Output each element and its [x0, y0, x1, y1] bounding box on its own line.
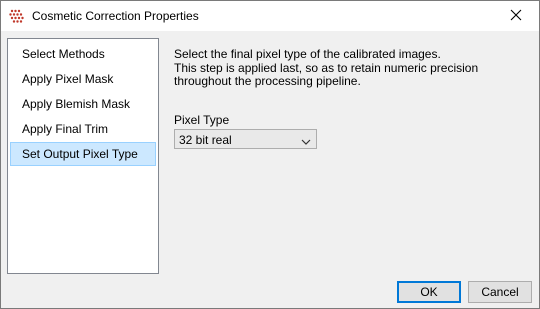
step-label: Set Output Pixel Type — [22, 147, 138, 161]
description-line: This step is applied last, so as to reta… — [174, 60, 479, 88]
step-apply-pixel-mask[interactable]: Apply Pixel Mask — [10, 67, 156, 91]
step-description: Select the final pixel type of the calib… — [174, 47, 534, 89]
cluster-grid-icon — [9, 8, 25, 24]
window-title: Cosmetic Correction Properties — [32, 9, 199, 23]
chevron-down-icon — [301, 135, 311, 145]
dialog-window: Cosmetic Correction Properties Select Me… — [0, 0, 540, 309]
step-set-output-pixel-type[interactable]: Set Output Pixel Type — [10, 142, 156, 166]
step-label: Select Methods — [22, 47, 105, 61]
step-list: Select Methods Apply Pixel Mask Apply Bl… — [7, 38, 159, 274]
cancel-button[interactable]: Cancel — [468, 281, 532, 303]
pixel-type-label: Pixel Type — [174, 113, 230, 127]
step-apply-blemish-mask[interactable]: Apply Blemish Mask — [10, 92, 156, 116]
pixel-type-select[interactable]: 32 bit real — [174, 129, 317, 149]
step-label: Apply Blemish Mask — [22, 97, 131, 111]
step-apply-final-trim[interactable]: Apply Final Trim — [10, 117, 156, 141]
step-label: Apply Final Trim — [22, 122, 109, 136]
close-button[interactable] — [493, 1, 539, 31]
close-icon — [510, 9, 522, 24]
title-bar[interactable]: Cosmetic Correction Properties — [1, 1, 539, 31]
step-select-methods[interactable]: Select Methods — [10, 42, 156, 66]
pixel-type-value: 32 bit real — [179, 133, 232, 147]
step-label: Apply Pixel Mask — [22, 72, 114, 86]
description-line: Select the final pixel type of the calib… — [174, 47, 441, 61]
ok-button[interactable]: OK — [397, 281, 461, 303]
